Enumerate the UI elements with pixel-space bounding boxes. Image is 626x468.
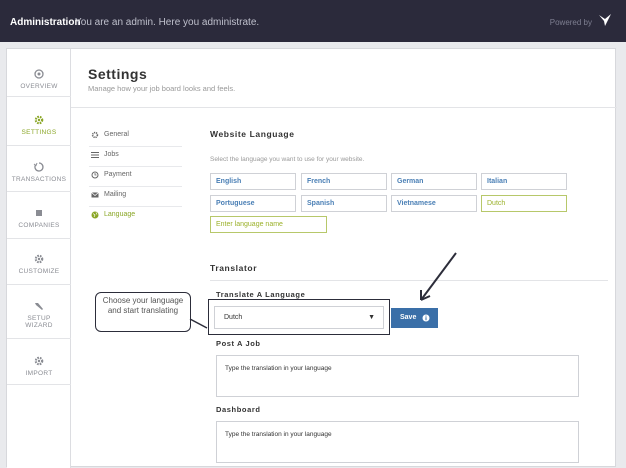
- language-option-german[interactable]: German: [391, 173, 477, 190]
- save-label: Save: [400, 314, 417, 321]
- sidebar-item-customize[interactable]: CUSTOMIZE: [7, 253, 71, 275]
- website-language-note: Select the language you want to use for …: [210, 156, 365, 163]
- translate-language-label: Translate A Language: [216, 290, 306, 299]
- gear-icon: [34, 115, 44, 125]
- tab-general[interactable]: General: [89, 127, 182, 147]
- language-option-french[interactable]: French: [301, 173, 387, 190]
- sidebar-item-label: IMPORT: [25, 370, 53, 377]
- sidebar-item-overview[interactable]: OVERVIEW: [7, 68, 71, 90]
- tab-mailing[interactable]: Mailing: [89, 187, 182, 207]
- settings-tabs: General Jobs Payment Mailing Language: [89, 127, 182, 227]
- tab-label: Mailing: [104, 191, 127, 198]
- dashboard-label: Dashboard: [216, 405, 261, 414]
- list-icon: [91, 152, 99, 158]
- tab-label: General: [104, 131, 129, 138]
- language-option-italian[interactable]: Italian: [481, 173, 567, 190]
- sidebar-item-setup-wizard[interactable]: SETUP WIZARD: [7, 300, 71, 329]
- sidebar: OVERVIEW SETTINGS TRANSACTIONS COMPANIES…: [7, 49, 71, 468]
- website-language-title: Website Language: [210, 129, 295, 139]
- page-subtitle: Manage how your job board looks and feel…: [88, 84, 236, 93]
- overview-icon: [34, 69, 44, 79]
- tab-language[interactable]: Language: [89, 207, 182, 227]
- tab-label: Jobs: [104, 151, 119, 158]
- sidebar-item-transactions[interactable]: TRANSACTIONS: [7, 161, 71, 183]
- envelope-icon: [91, 192, 99, 198]
- sidebar-item-label: OVERVIEW: [20, 83, 58, 90]
- page-title: Settings: [88, 66, 148, 82]
- language-option-spanish[interactable]: Spanish: [301, 195, 387, 212]
- callout-highlight-box: [208, 299, 390, 335]
- post-job-label: Post A Job: [216, 339, 261, 348]
- callout-bubble: Choose your language and start translati…: [95, 292, 191, 332]
- sidebar-item-label: SETTINGS: [21, 129, 57, 136]
- language-option-english[interactable]: English: [210, 173, 296, 190]
- gear-icon: [91, 131, 99, 139]
- language-option-vietnamese[interactable]: Vietnamese: [391, 195, 477, 212]
- language-option-portuguese[interactable]: Portuguese: [210, 195, 296, 212]
- sidebar-item-label: CUSTOMIZE: [18, 268, 60, 275]
- language-name-input[interactable]: Enter language name: [210, 216, 327, 233]
- language-option-dutch[interactable]: Dutch: [481, 195, 567, 212]
- top-bar: Administration You are an admin. Here yo…: [0, 0, 626, 42]
- sidebar-item-label-2: WIZARD: [25, 322, 53, 329]
- dashboard-textarea[interactable]: Type the translation in your language: [216, 421, 579, 463]
- building-icon: [36, 210, 42, 216]
- sidebar-item-import[interactable]: IMPORT: [7, 355, 71, 377]
- divider: [71, 107, 617, 108]
- transactions-icon: [33, 162, 44, 172]
- admin-panel: OVERVIEW SETTINGS TRANSACTIONS COMPANIES…: [6, 48, 617, 468]
- tab-label: Language: [104, 211, 136, 218]
- translator-title: Translator: [210, 263, 258, 273]
- tab-payment[interactable]: Payment: [89, 167, 182, 187]
- sidebar-item-settings[interactable]: SETTINGS: [7, 114, 71, 136]
- tab-jobs[interactable]: Jobs: [89, 147, 182, 167]
- wrench-icon: [35, 303, 43, 310]
- app-subtitle: You are an admin. Here you administrate.: [75, 17, 260, 28]
- save-button[interactable]: Save: [391, 308, 438, 328]
- bird-logo-icon: [598, 13, 612, 32]
- powered-by-text: Powered by: [549, 18, 592, 27]
- info-icon: [422, 314, 430, 322]
- post-job-textarea[interactable]: Type the translation in your language: [216, 355, 579, 397]
- sidebar-item-label: TRANSACTIONS: [11, 176, 67, 183]
- sidebar-item-companies[interactable]: COMPANIES: [7, 207, 71, 229]
- gear-icon: [34, 254, 44, 264]
- gear-icon: [34, 356, 44, 366]
- divider: [210, 280, 608, 281]
- app-title: Administration: [10, 17, 81, 28]
- tab-label: Payment: [104, 171, 132, 178]
- sidebar-item-label: SETUP: [27, 315, 51, 322]
- sidebar-item-label: COMPANIES: [18, 222, 60, 229]
- globe-icon: [91, 211, 99, 219]
- clock-icon: [91, 171, 99, 179]
